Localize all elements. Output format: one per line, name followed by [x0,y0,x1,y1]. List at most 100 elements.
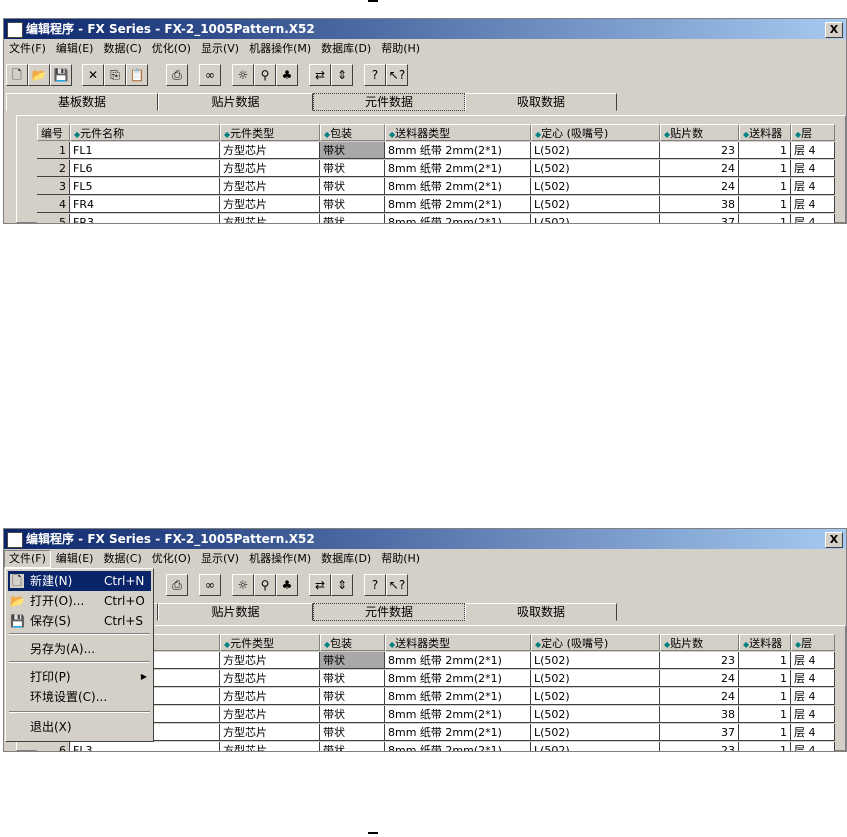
cut-icon[interactable]: ✕ [82,64,104,86]
table-cell[interactable]: FL6 [70,160,220,177]
table-cell[interactable]: 层 4 [791,688,835,705]
close-button[interactable]: X [825,22,843,38]
table-cell[interactable]: 24 [660,688,739,705]
table-cell[interactable]: 层 4 [791,706,835,723]
column-header[interactable]: ◆定心 (吸嘴号) [531,634,660,651]
table-cell[interactable]: 1 [739,178,791,195]
menu-item[interactable]: 帮助(H) [376,40,425,58]
menu-item[interactable]: 优化(O) [147,40,196,58]
table-cell[interactable]: 方型芯片 [220,160,320,177]
new-file-icon[interactable]: 🗋 [6,64,28,86]
table-cell[interactable]: 层 4 [791,142,835,159]
table-cell[interactable]: L(502) [531,214,660,223]
column-header[interactable]: ◆定心 (吸嘴号) [531,124,660,141]
context-help-icon[interactable]: ↖? [386,64,408,86]
table-cell[interactable]: 层 4 [791,742,835,751]
table-cell[interactable]: 带状 [320,652,385,669]
menu-item[interactable]: 显示(V) [196,40,244,58]
table-cell[interactable]: 8mm 纸带 2mm(2*1) [385,688,531,705]
menu-item[interactable]: 机器操作(M) [244,550,316,568]
table-cell[interactable]: 38 [660,196,739,213]
table-cell[interactable]: 层 4 [791,214,835,223]
column-header[interactable]: ◆元件类型 [220,124,320,141]
binoculars-icon[interactable]: ∞ [199,64,221,86]
binoculars-icon[interactable]: ∞ [199,574,221,596]
row-number[interactable]: 3 [37,178,70,195]
table-cell[interactable]: 1 [739,670,791,687]
table-cell[interactable]: 1 [739,652,791,669]
table-cell[interactable]: 层 4 [791,160,835,177]
table-cell[interactable]: 层 4 [791,178,835,195]
tab[interactable]: 贴片数据 [158,603,313,621]
table-cell[interactable]: 24 [660,670,739,687]
row-number[interactable]: 6 [37,742,70,751]
column-header[interactable]: ◆层 [791,124,835,141]
table-cell[interactable]: FR4 [70,196,220,213]
tab[interactable]: 贴片数据 [158,93,313,111]
table-cell[interactable]: 带状 [320,724,385,741]
file-menu-item[interactable]: 另存为(A)... [8,639,151,659]
menu-item[interactable]: 数据(C) [98,550,146,568]
swap-icon[interactable]: ⇄ [309,64,331,86]
row-number[interactable]: 2 [37,160,70,177]
column-header[interactable]: ◆送料器 [739,634,791,651]
table-cell[interactable]: 方型芯片 [220,178,320,195]
tab[interactable]: 元件数据 [313,93,465,111]
file-menu-item[interactable]: 退出(X) [8,717,151,737]
table-cell[interactable]: L(502) [531,688,660,705]
menu-item[interactable]: 帮助(H) [376,550,425,568]
components-icon[interactable]: ♣ [276,574,298,596]
lightbulb-icon[interactable]: ☼ [232,574,254,596]
menu-item[interactable]: 编辑(E) [51,40,99,58]
column-header[interactable]: ◆送料器类型 [385,124,531,141]
help-icon[interactable]: ? [364,64,386,86]
table-cell[interactable]: 方型芯片 [220,706,320,723]
column-header[interactable]: ◆包装 [320,124,385,141]
table-cell[interactable]: 8mm 纸带 2mm(2*1) [385,178,531,195]
components-icon[interactable]: ♣ [276,64,298,86]
column-header[interactable]: ◆送料器类型 [385,634,531,651]
menu-item[interactable]: 优化(O) [147,550,196,568]
tab[interactable]: 基板数据 [6,93,158,111]
table-cell[interactable]: 1 [739,688,791,705]
table-cell[interactable]: 层 4 [791,724,835,741]
table-cell[interactable]: 带状 [320,160,385,177]
column-header[interactable]: ◆元件名称 [70,124,220,141]
table-cell[interactable]: 带状 [320,670,385,687]
table-cell[interactable]: 方型芯片 [220,688,320,705]
table-cell[interactable]: 方型芯片 [220,724,320,741]
table-cell[interactable]: L(502) [531,196,660,213]
align-icon[interactable]: ⇕ [331,574,353,596]
column-header[interactable]: ◆贴片数 [660,124,739,141]
table-cell[interactable]: 8mm 纸带 2mm(2*1) [385,196,531,213]
table-cell[interactable]: L(502) [531,160,660,177]
table-cell[interactable]: 方型芯片 [220,142,320,159]
table-cell[interactable]: 带状 [320,178,385,195]
column-header[interactable]: ◆层 [791,634,835,651]
copy-icon[interactable]: ⎘ [104,64,126,86]
table-cell[interactable]: FR3 [70,214,220,223]
tab[interactable]: 吸取数据 [465,93,617,111]
open-folder-icon[interactable]: 📂 [28,64,50,86]
table-cell[interactable]: 带状 [320,214,385,223]
table-cell[interactable]: 23 [660,142,739,159]
table-cell[interactable]: 1 [739,742,791,751]
table-cell[interactable]: L(502) [531,670,660,687]
table-cell[interactable]: L(502) [531,742,660,751]
table-cell[interactable]: 8mm 纸带 2mm(2*1) [385,214,531,223]
table-cell[interactable]: L(502) [531,706,660,723]
table-cell[interactable]: 8mm 纸带 2mm(2*1) [385,142,531,159]
row-number[interactable]: 4 [37,196,70,213]
table-cell[interactable]: 带状 [320,706,385,723]
column-header[interactable]: 编号 [37,124,70,141]
table-cell[interactable]: 8mm 纸带 2mm(2*1) [385,724,531,741]
table-cell[interactable]: 1 [739,142,791,159]
file-menu-item[interactable]: 🗋 新建(N) Ctrl+N [8,571,151,591]
menu-item[interactable]: 数据库(D) [316,550,376,568]
table-cell[interactable]: 带状 [320,196,385,213]
table-cell[interactable]: 方型芯片 [220,214,320,223]
print-icon[interactable]: ⎙ [166,64,188,86]
row-number[interactable]: 5 [37,214,70,223]
table-cell[interactable]: 带状 [320,742,385,751]
table-cell[interactable]: 23 [660,652,739,669]
